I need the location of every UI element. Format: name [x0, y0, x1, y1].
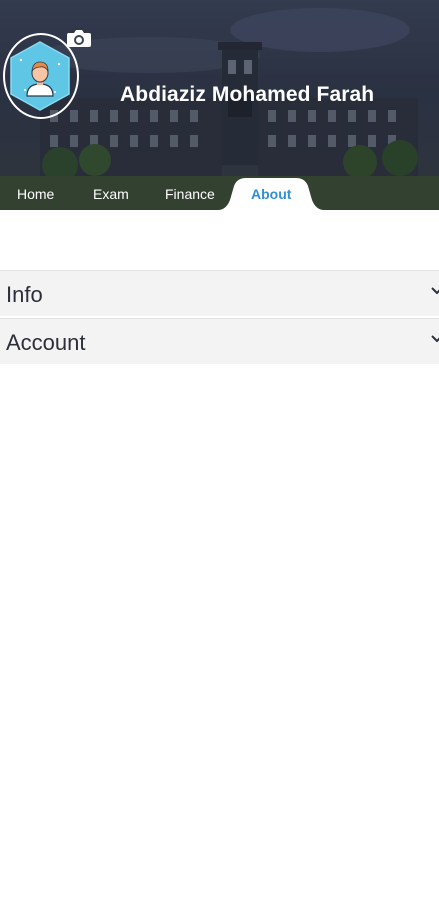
tab-about[interactable]: About [251, 186, 291, 202]
tab-bar: Home Exam Finance About [0, 178, 439, 210]
profile-header: Abdiaziz Mohamed Farah Home Exam Finance… [0, 0, 439, 210]
section-account-label: Account [6, 330, 86, 355]
tab-finance[interactable]: Finance [165, 186, 215, 202]
user-avatar-icon [10, 41, 70, 111]
tab-home[interactable]: Home [17, 186, 54, 202]
camera-icon[interactable] [66, 27, 92, 49]
section-info-label: Info [6, 282, 43, 307]
tab-exam[interactable]: Exam [93, 186, 129, 202]
chevron-down-icon [431, 335, 439, 343]
section-account[interactable]: Account [0, 318, 439, 364]
chevron-down-icon [431, 287, 439, 295]
user-name: Abdiaziz Mohamed Farah [120, 83, 375, 106]
section-info[interactable]: Info [0, 270, 439, 316]
